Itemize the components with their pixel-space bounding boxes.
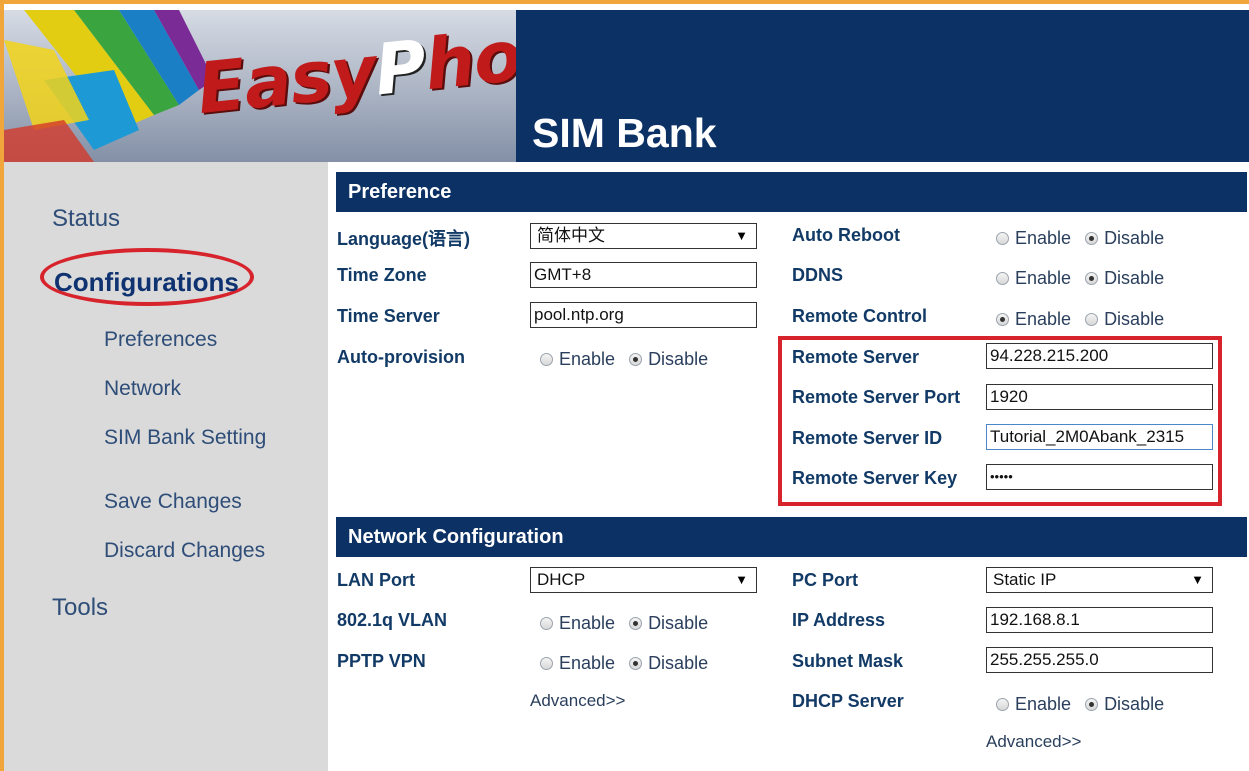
remotecontrol-enable-radio[interactable] (996, 313, 1009, 326)
dropdown-arrow-icon: ▼ (1191, 572, 1204, 587)
advanced-link-right[interactable]: Advanced>> (986, 732, 1081, 752)
logo: EasyPhone (4, 10, 516, 162)
sidebar-item-sim-bank-setting[interactable]: SIM Bank Setting (104, 426, 266, 450)
language-select-value: 简体中文 (537, 226, 605, 245)
pptp-disable-radio[interactable] (629, 657, 643, 670)
pcport-select-value: Static IP (993, 570, 1057, 589)
remoteport-label: Remote Server Port (792, 387, 961, 407)
remoteid-label: Remote Server ID (792, 428, 943, 448)
lanport-select[interactable]: DHCP ▼ (530, 567, 757, 593)
remotecontrol-label: Remote Control (792, 306, 927, 326)
timezone-input[interactable]: GMT+8 (530, 262, 757, 288)
ddns-disable-radio[interactable] (1085, 272, 1099, 285)
autoprovision-radio-group: Enable Disable (540, 349, 708, 370)
autoprovision-label: Auto-provision (337, 347, 465, 367)
dhcpserver-label: DHCP Server (792, 691, 904, 711)
pcport-label: PC Port (792, 570, 859, 590)
language-label: Language(语言) (337, 229, 470, 249)
pcport-select[interactable]: Static IP ▼ (986, 567, 1213, 593)
sidebar-item-tools[interactable]: Tools (52, 594, 108, 622)
preference-section-header: Preference (336, 172, 1247, 212)
network-section-header: Network Configuration (336, 517, 1247, 557)
advanced-link-left[interactable]: Advanced>> (530, 691, 625, 711)
autoreboot-enable-radio[interactable] (996, 232, 1009, 245)
remoteid-input[interactable]: Tutorial_2M0Abank_2315 (986, 424, 1213, 450)
save-changes-link[interactable]: Save Changes (104, 490, 242, 514)
sidebar-item-preferences[interactable]: Preferences (104, 328, 217, 352)
ipaddress-input[interactable]: 192.168.8.1 (986, 607, 1213, 633)
dhcpserver-disable-radio[interactable] (1085, 698, 1099, 711)
remoteserver-input[interactable]: 94.228.215.200 (986, 343, 1213, 369)
timeserver-label: Time Server (337, 306, 440, 326)
vlan-disable-radio[interactable] (629, 617, 643, 630)
sidebar-item-network[interactable]: Network (104, 377, 181, 401)
remotekey-label: Remote Server Key (792, 468, 958, 488)
timezone-label: Time Zone (337, 265, 427, 285)
remotekey-password-input[interactable]: ••••• (986, 464, 1213, 490)
dropdown-arrow-icon: ▼ (735, 572, 748, 587)
vlan-label: 802.1q VLAN (337, 610, 448, 630)
dhcpserver-enable-radio[interactable] (996, 698, 1009, 711)
ddns-label: DDNS (792, 265, 844, 285)
language-select[interactable]: 简体中文 ▼ (530, 223, 757, 249)
pptp-enable-radio[interactable] (540, 657, 553, 670)
subnetmask-input[interactable]: 255.255.255.0 (986, 647, 1213, 673)
sidebar-item-status[interactable]: Status (52, 205, 120, 233)
discard-changes-link[interactable]: Discard Changes (104, 539, 265, 563)
product-title: SIM Bank (532, 110, 717, 156)
pptp-label: PPTP VPN (337, 651, 426, 671)
autoprovision-disable-radio[interactable] (629, 353, 643, 366)
dropdown-arrow-icon: ▼ (735, 228, 748, 243)
remoteport-input[interactable]: 1920 (986, 384, 1213, 410)
vlan-radio-group: Enable Disable (540, 613, 708, 634)
remotecontrol-disable-radio[interactable] (1085, 313, 1099, 326)
autoreboot-label: Auto Reboot (792, 225, 900, 245)
autoreboot-disable-radio[interactable] (1085, 232, 1099, 245)
ddns-enable-radio[interactable] (996, 272, 1009, 285)
frame-border-top (0, 0, 1249, 4)
vlan-enable-radio[interactable] (540, 617, 553, 630)
subnetmask-label: Subnet Mask (792, 651, 904, 671)
autoprovision-enable-radio[interactable] (540, 353, 553, 366)
timeserver-input[interactable]: pool.ntp.org (530, 302, 757, 328)
autoreboot-radio-group: Enable Disable (996, 228, 1164, 249)
ddns-radio-group: Enable Disable (996, 268, 1164, 289)
dhcpserver-radio-group: Enable Disable (996, 694, 1164, 715)
lanport-select-value: DHCP (537, 570, 586, 589)
remotecontrol-radio-group: Enable Disable (996, 309, 1164, 330)
remoteserver-label: Remote Server (792, 347, 920, 367)
ipaddress-label: IP Address (792, 610, 886, 630)
lanport-label: LAN Port (337, 570, 415, 590)
pptp-radio-group: Enable Disable (540, 653, 708, 674)
sidebar-item-configurations[interactable]: Configurations (54, 267, 239, 298)
